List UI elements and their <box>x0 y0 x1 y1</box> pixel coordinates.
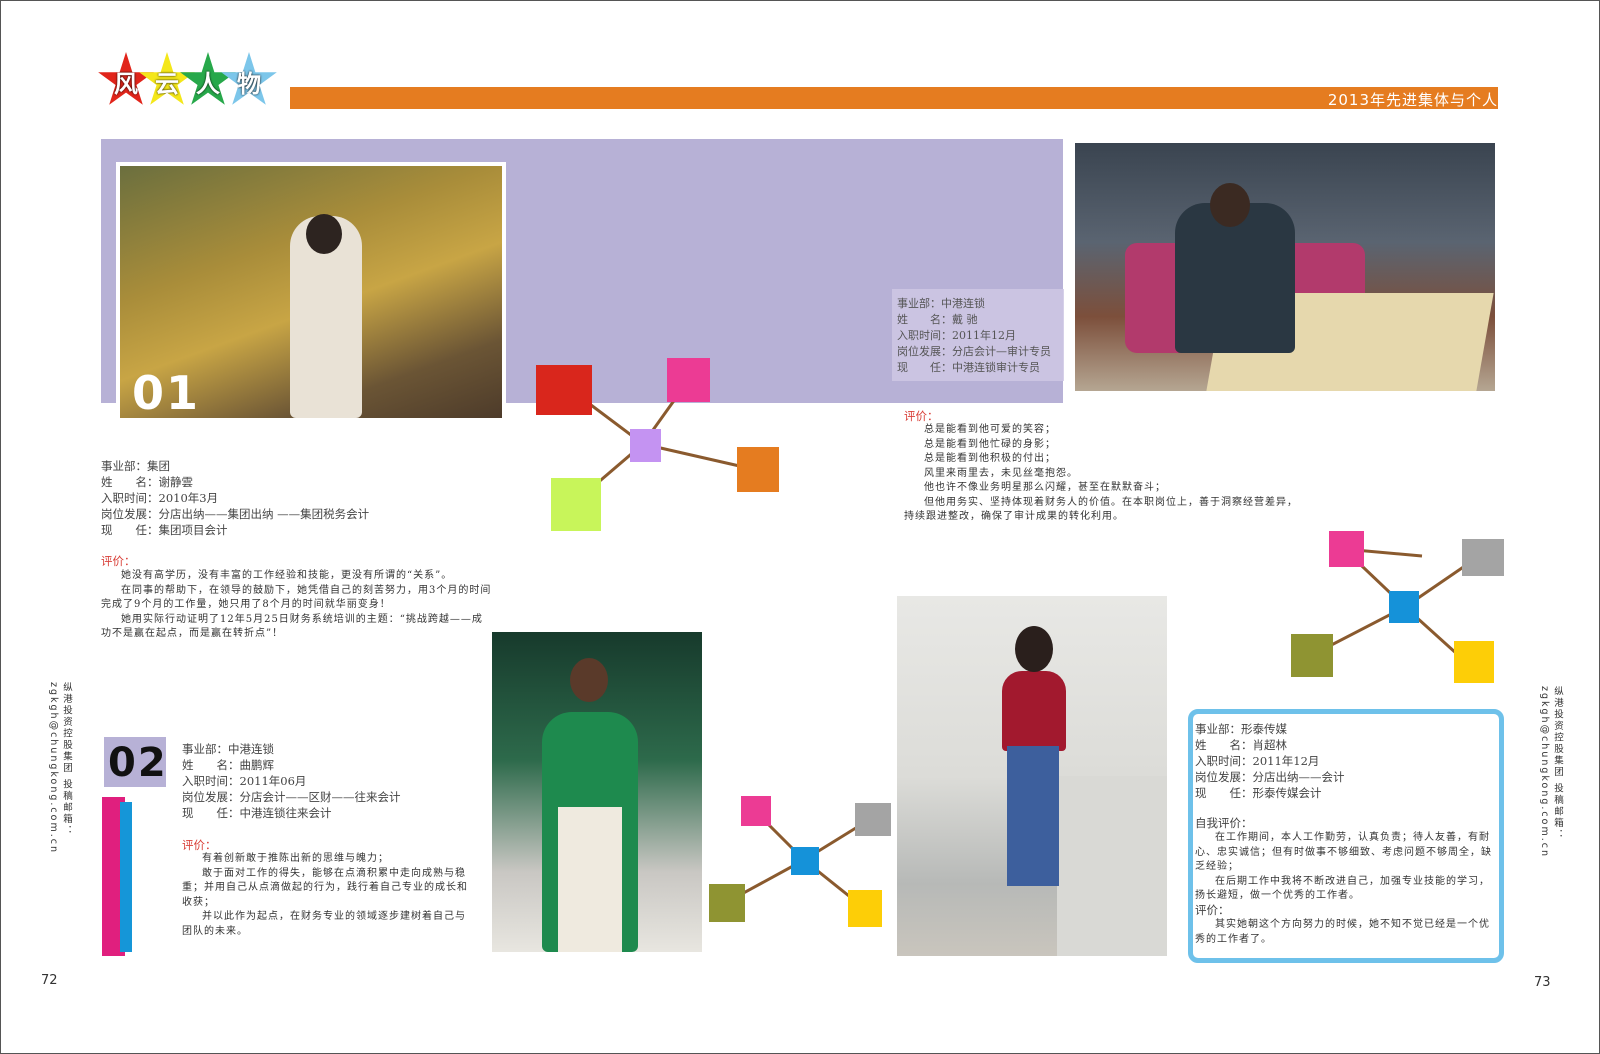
deco-square-red <box>536 365 592 415</box>
person2-line: 事业部：中港连锁 <box>182 742 274 756</box>
person-head <box>570 658 608 702</box>
person4-line: 入职时间：2011年12月 <box>1195 754 1320 768</box>
person-head <box>1015 626 1053 672</box>
cyan-bar <box>120 802 132 952</box>
person2-line: 岗位发展：分店会计——区财——往来会计 <box>182 790 401 804</box>
person2-eval-label: 评价： <box>182 838 217 852</box>
person4-line: 现 任：形泰传媒会计 <box>1195 786 1322 800</box>
person2-eval-line: 有着创新敢于推陈出新的思维与魄力； <box>202 853 389 864</box>
person-legs <box>558 807 622 952</box>
deco-square-pink <box>1329 531 1364 567</box>
number-badge-02: 02 <box>108 740 168 786</box>
photo-person-4 <box>897 596 1167 956</box>
side-text-left: 纵港投资控股集团 投稿邮箱：zgkgh@chungkong.com.cn <box>48 682 72 854</box>
person4-self-eval-line: 在工作期间，本人工作勤劳，认真负责；待人友善，有耐心、忠实诚信；但有时做事不够细… <box>1195 832 1492 872</box>
deco-square-yellow <box>1454 641 1494 683</box>
person-shirt <box>1002 671 1066 751</box>
side-text-right: 纵港投资控股集团 投稿邮箱：zgkgh@chungkong.com.cn <box>1539 686 1563 858</box>
person2-eval: 有着创新敢于推陈出新的思维与魄力； 敢于面对工作的得失，能够在点滴积累中走向成熟… <box>182 852 472 939</box>
person2-line: 入职时间：2011年06月 <box>182 774 307 788</box>
deco-square-pink <box>667 358 710 402</box>
page-number-right: 73 <box>1534 975 1551 990</box>
person4-eval-label: 评价： <box>1195 903 1230 917</box>
deco-square-lime <box>551 478 601 531</box>
person4-eval-line: 其实她朝这个方向努力的时候，她不知不觉已经是一个优秀的工作者了。 <box>1195 919 1490 945</box>
deco-square-blue <box>791 847 819 875</box>
deco-square-blue <box>1389 591 1419 623</box>
photo-person-2 <box>492 632 702 952</box>
person4-self-eval: 在工作期间，本人工作勤劳，认真负责；待人友善，有耐心、忠实诚信；但有时做事不够细… <box>1195 831 1497 904</box>
deco-square-olive <box>709 884 745 922</box>
deco-square-orange <box>737 447 779 492</box>
desk <box>1057 776 1167 956</box>
deco-square-yellow <box>848 890 882 927</box>
person-legs <box>1007 746 1059 886</box>
person2-eval-line: 并以此作为起点，在财务专业的领域逐步建树着自己与团队的未来。 <box>182 911 466 937</box>
person4-self-label: 自我评价： <box>1195 816 1253 830</box>
deco-square-gray <box>1462 539 1504 576</box>
person4-self-eval-line: 在后期工作中我将不断改进自己，加强专业技能的学习，扬长避短，做一个优秀的工作者。 <box>1195 875 1490 902</box>
person2-eval-line: 敢于面对工作的得失，能够在点滴积累中走向成熟与稳重；并用自己从点滴做起的行为，践… <box>182 867 468 908</box>
person2-line: 姓 名：曲鹏辉 <box>182 758 274 772</box>
deco-square-gray <box>855 803 891 836</box>
person4-line: 事业部：形泰传媒 <box>1195 722 1287 736</box>
deco-square-olive <box>1291 634 1333 677</box>
person4-eval: 其实她朝这个方向努力的时候，她不知不觉已经是一个优秀的工作者了。 <box>1195 918 1497 947</box>
person2-line: 现 任：中港连锁往来会计 <box>182 806 332 820</box>
person4-line: 岗位发展：分店出纳——会计 <box>1195 770 1345 784</box>
deco-square-violet <box>630 429 661 462</box>
page-number-left: 72 <box>41 973 58 988</box>
person4-line: 姓 名：肖超林 <box>1195 738 1287 752</box>
deco-square-pink <box>741 796 771 826</box>
person2-info: 事业部：中港连锁 姓 名：曲鹏辉 入职时间：2011年06月 岗位发展：分店会计… <box>182 741 401 821</box>
person4-info: 事业部：形泰传媒 姓 名：肖超林 入职时间：2011年12月 岗位发展：分店出纳… <box>1195 721 1345 801</box>
